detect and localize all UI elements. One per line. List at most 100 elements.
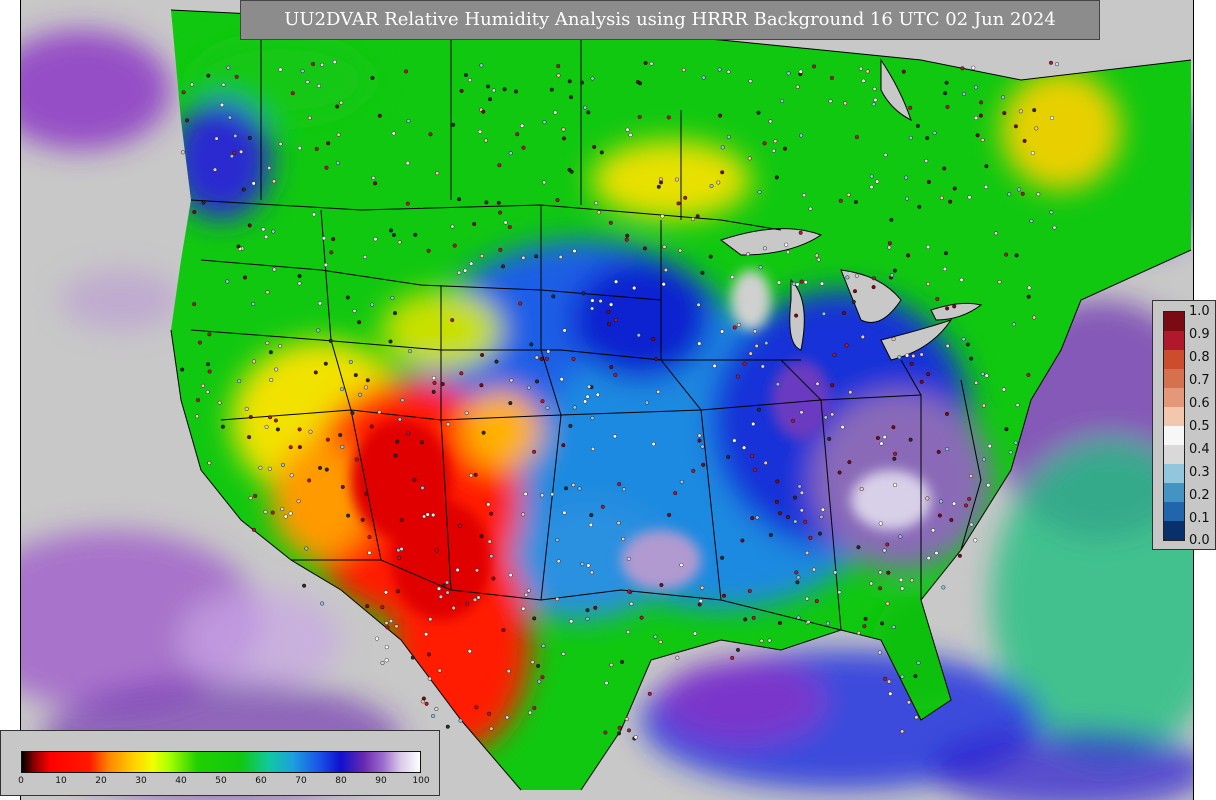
observation-dot	[701, 75, 706, 80]
observation-dot	[720, 329, 725, 334]
observation-dot	[590, 306, 595, 311]
observation-dot	[751, 422, 756, 427]
observation-dot	[774, 499, 779, 504]
observation-dot	[275, 427, 280, 432]
observation-dot	[363, 254, 368, 259]
observation-dot	[795, 580, 800, 585]
observation-dot	[873, 97, 878, 102]
observation-dot	[526, 588, 531, 593]
observation-dot	[537, 679, 542, 684]
observation-dot	[823, 415, 828, 420]
observation-dot	[778, 511, 783, 516]
observation-dot	[390, 296, 395, 301]
observation-dot	[806, 619, 811, 624]
observation-dot	[853, 199, 858, 204]
observation-dot	[900, 586, 905, 591]
observation-dot	[247, 135, 252, 140]
obs-colorbar-segment	[1164, 407, 1184, 426]
observation-dot	[974, 380, 979, 385]
observation-dot	[515, 132, 520, 137]
observation-dot	[394, 624, 399, 629]
observation-dot	[521, 255, 526, 260]
observation-dot	[555, 597, 560, 602]
observation-dot	[369, 424, 374, 429]
observation-dot	[568, 423, 573, 428]
observation-dot	[683, 195, 688, 200]
observation-dot	[997, 280, 1002, 285]
observation-dot	[661, 282, 666, 287]
observation-dot	[971, 65, 976, 70]
observation-dot	[978, 113, 983, 118]
observation-dot	[617, 731, 622, 736]
observation-dot	[754, 344, 759, 349]
obs-legend-tick: 0.1	[1189, 511, 1210, 526]
observation-dot	[313, 370, 318, 375]
observation-dot	[878, 586, 883, 591]
analysis-legend-tick: 60	[255, 776, 267, 786]
observation-dot	[305, 79, 310, 84]
observation-dot	[967, 195, 972, 200]
observation-dot	[324, 165, 329, 170]
observation-dot	[757, 190, 762, 195]
observation-dot	[192, 209, 197, 214]
observation-dot	[843, 101, 848, 106]
observation-dot	[805, 596, 810, 601]
observation-dot	[364, 491, 369, 496]
observation-dot	[892, 456, 897, 461]
observation-dot	[464, 410, 469, 415]
observation-dot	[917, 204, 922, 209]
observation-dot	[450, 224, 455, 229]
observation-dot	[908, 135, 913, 140]
observation-dot	[637, 114, 642, 119]
observation-dot	[1018, 109, 1023, 114]
observation-dot	[487, 539, 492, 544]
observation-dot	[437, 586, 442, 591]
observation-dot	[251, 359, 256, 364]
analysis-colorbar	[21, 751, 421, 773]
observation-dot	[620, 659, 625, 664]
observation-dot	[508, 401, 513, 406]
observation-dot	[740, 538, 745, 543]
observation-dot	[314, 146, 319, 151]
observation-dot	[425, 512, 430, 517]
observation-dot	[297, 427, 302, 432]
observation-dot	[535, 379, 540, 384]
observation-dot	[784, 242, 789, 247]
observation-dot	[274, 367, 279, 372]
observation-dot	[944, 80, 949, 85]
observation-dot	[981, 403, 986, 408]
observation-dot	[681, 67, 686, 72]
observation-dot	[251, 302, 256, 307]
observation-dot	[600, 504, 605, 509]
observation-dot	[307, 115, 312, 120]
observation-dot	[717, 67, 722, 72]
analysis-legend-tick: 0	[18, 776, 24, 786]
observation-dot	[201, 200, 206, 205]
observation-dot	[925, 136, 930, 141]
observation-dot	[445, 580, 450, 585]
observation-dot	[649, 61, 654, 66]
observation-dot	[795, 84, 800, 89]
observation-dot	[830, 412, 835, 417]
observation-dot	[265, 340, 270, 345]
observation-dot	[980, 137, 985, 142]
observation-dot	[987, 444, 992, 449]
observation-dot	[969, 474, 974, 479]
analysis-legend-tick: 50	[215, 776, 227, 786]
observation-dot	[594, 201, 599, 206]
observation-dot	[943, 91, 948, 96]
observation-dot	[643, 61, 648, 66]
observation-dot	[799, 410, 804, 415]
observation-dot	[434, 706, 439, 711]
observation-rh-legend: 1.0 0.9 0.8 0.7 0.6 0.5 0.4 0.3 0.2 0.1 …	[1152, 300, 1216, 550]
observation-dot	[367, 535, 372, 540]
observation-dot	[816, 257, 821, 262]
observation-dot	[472, 221, 477, 226]
observation-dot	[984, 373, 989, 378]
observation-dot	[397, 240, 402, 245]
observation-dot	[217, 400, 222, 405]
observation-dot	[767, 638, 772, 643]
observation-dot	[221, 82, 226, 87]
observation-dot	[457, 197, 462, 202]
observation-dot	[400, 398, 405, 403]
